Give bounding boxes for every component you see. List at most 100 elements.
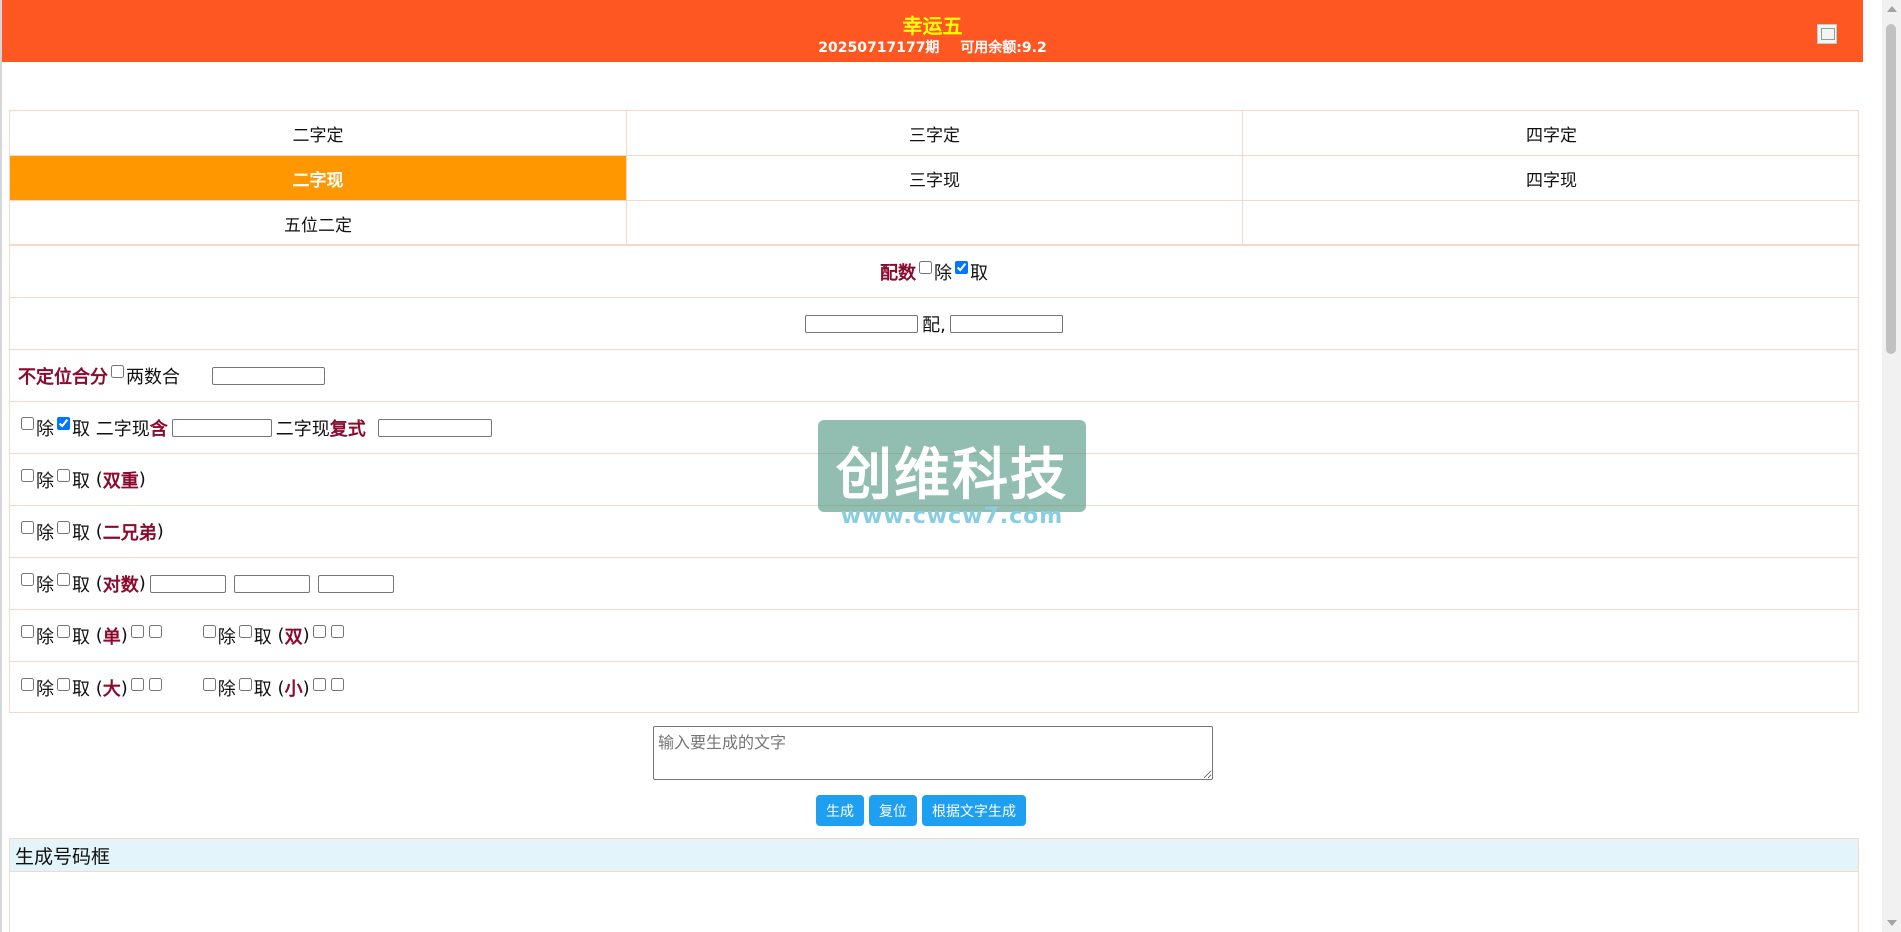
- chu-label: 除: [36, 470, 54, 492]
- shuang-chu-checkbox[interactable]: [202, 625, 216, 638]
- han-input[interactable]: [171, 418, 272, 437]
- shuangchong-chu-checkbox[interactable]: [21, 469, 34, 482]
- watermark-url: www.cwcw7.com: [840, 504, 1064, 529]
- tab-empty-2: [1243, 201, 1860, 246]
- fushi-input[interactable]: [377, 418, 492, 437]
- dan-option-1-checkbox[interactable]: [130, 625, 144, 638]
- da-chu-checkbox[interactable]: [21, 677, 34, 691]
- period-number: 20250717177期: [818, 40, 940, 56]
- watermark-logo: 创维科技 www.cwcw7.com: [818, 420, 1086, 530]
- qu-label: 取: [72, 418, 90, 440]
- da-xiao-row: 除 取 (大) 除 取 (小): [10, 662, 1858, 714]
- fushi-label: 复式: [329, 418, 366, 440]
- paren-open: (: [277, 625, 285, 646]
- reset-button[interactable]: 复位: [869, 795, 917, 826]
- pei-inputs-row: 配,: [10, 298, 1858, 350]
- shuangchong-qu-checkbox[interactable]: [57, 469, 70, 482]
- erxiongdi-chu-checkbox[interactable]: [21, 521, 34, 534]
- chu-label: 除: [36, 418, 54, 440]
- paren-close: ): [120, 625, 128, 646]
- pei-input-1[interactable]: [805, 314, 919, 333]
- generate-by-text-button[interactable]: 根据文字生成: [922, 795, 1026, 826]
- erxiongdi-qu-checkbox[interactable]: [57, 521, 70, 534]
- scroll-down-arrow-icon[interactable]: [1887, 920, 1897, 926]
- tab-sizixian[interactable]: 四字现: [1243, 156, 1860, 201]
- shuang-label: 双: [284, 626, 303, 648]
- xiao-qu-checkbox[interactable]: [238, 677, 252, 691]
- chu-label: 除: [36, 679, 54, 700]
- bet-type-tabs: 二字定 三字定 四字定 二字现 三字现 四字现 五位二定: [9, 110, 1860, 246]
- dan-option-2-checkbox[interactable]: [148, 625, 162, 638]
- xiao-option-2-checkbox[interactable]: [330, 677, 344, 691]
- peishu-chu-checkbox[interactable]: [919, 261, 932, 274]
- paren-close: ): [138, 573, 146, 594]
- budingwei-row: 不定位合分 两数合: [10, 350, 1858, 402]
- generate-text-input[interactable]: [653, 726, 1213, 780]
- scrollbar-thumb[interactable]: [1886, 24, 1896, 354]
- tab-wuweierding[interactable]: 五位二定: [10, 201, 627, 246]
- duishu-input-1[interactable]: [149, 574, 226, 593]
- duishu-label: 对数: [102, 574, 139, 596]
- scroll-up-arrow-icon[interactable]: [1887, 6, 1897, 12]
- paren-open: (: [95, 469, 103, 490]
- paren-close: ): [302, 677, 310, 699]
- tab-siziding[interactable]: 四字定: [1243, 111, 1860, 156]
- da-option-1-checkbox[interactable]: [130, 677, 144, 691]
- duishu-qu-checkbox[interactable]: [57, 573, 70, 586]
- balance-text: 可用余额:9.2: [960, 40, 1047, 56]
- liangshuhe-input[interactable]: [212, 366, 325, 385]
- peishu-label: 配数: [880, 262, 916, 284]
- generate-button[interactable]: 生成: [816, 795, 864, 826]
- duishu-row: 除 取 (对数): [10, 558, 1858, 610]
- generated-numbers-title: 生成号码框: [10, 839, 1858, 872]
- paren-close: ): [156, 521, 164, 542]
- chu-label: 除: [36, 626, 54, 648]
- xiao-option-1-checkbox[interactable]: [312, 677, 326, 691]
- broken-image-icon[interactable]: [1817, 24, 1837, 44]
- shuangchong-label: 双重: [102, 470, 139, 492]
- action-buttons: 生成 复位 根据文字生成: [816, 795, 1026, 826]
- budingwei-label: 不定位合分: [18, 366, 108, 388]
- da-option-2-checkbox[interactable]: [148, 677, 162, 691]
- paren-open: (: [95, 677, 103, 699]
- tab-erzixian[interactable]: 二字现: [10, 156, 627, 201]
- xiao-label: 小: [284, 679, 303, 700]
- chu-label: 除: [217, 679, 236, 700]
- qu-label: 取: [970, 262, 988, 284]
- paren-open: (: [95, 521, 103, 542]
- paren-open: (: [95, 625, 103, 646]
- dan-label: 单: [102, 626, 121, 648]
- shuang-option-2-checkbox[interactable]: [330, 625, 344, 638]
- liangshuhe-checkbox[interactable]: [111, 365, 124, 378]
- shuang-qu-checkbox[interactable]: [238, 625, 252, 638]
- paren-close: ): [302, 625, 310, 646]
- erzixian-chu-checkbox[interactable]: [21, 417, 34, 430]
- generated-numbers-box: 生成号码框: [9, 838, 1859, 932]
- qu-label: 取: [253, 679, 272, 700]
- shuang-option-1-checkbox[interactable]: [312, 625, 326, 638]
- chu-label: 除: [934, 262, 952, 284]
- vertical-scrollbar[interactable]: [1882, 0, 1901, 932]
- chu-label: 除: [217, 626, 236, 648]
- header: 幸运五 20250717177期 可用余额:9.2: [2, 0, 1863, 62]
- erxiongdi-label: 二兄弟: [102, 522, 157, 544]
- qu-label: 取: [72, 626, 90, 648]
- duishu-chu-checkbox[interactable]: [21, 573, 34, 586]
- tab-sanziding[interactable]: 三字定: [627, 111, 1243, 156]
- tab-sanzixian[interactable]: 三字现: [627, 156, 1243, 201]
- tab-empty-1: [627, 201, 1243, 246]
- pei-label: 配,: [922, 314, 946, 336]
- da-qu-checkbox[interactable]: [57, 677, 70, 691]
- chu-label: 除: [36, 574, 54, 596]
- dan-chu-checkbox[interactable]: [21, 625, 34, 638]
- tab-erziding[interactable]: 二字定: [10, 111, 627, 156]
- dan-qu-checkbox[interactable]: [57, 625, 70, 638]
- paren-close: ): [138, 469, 146, 490]
- xiao-chu-checkbox[interactable]: [202, 677, 216, 691]
- duishu-input-2[interactable]: [233, 574, 310, 593]
- page: 幸运五 20250717177期 可用余额:9.2 二字定 三字定 四字定 二字…: [0, 0, 1863, 932]
- pei-input-2[interactable]: [949, 314, 1063, 333]
- duishu-input-3[interactable]: [317, 574, 394, 593]
- erzixian-qu-checkbox[interactable]: [57, 417, 70, 430]
- peishu-qu-checkbox[interactable]: [955, 261, 968, 274]
